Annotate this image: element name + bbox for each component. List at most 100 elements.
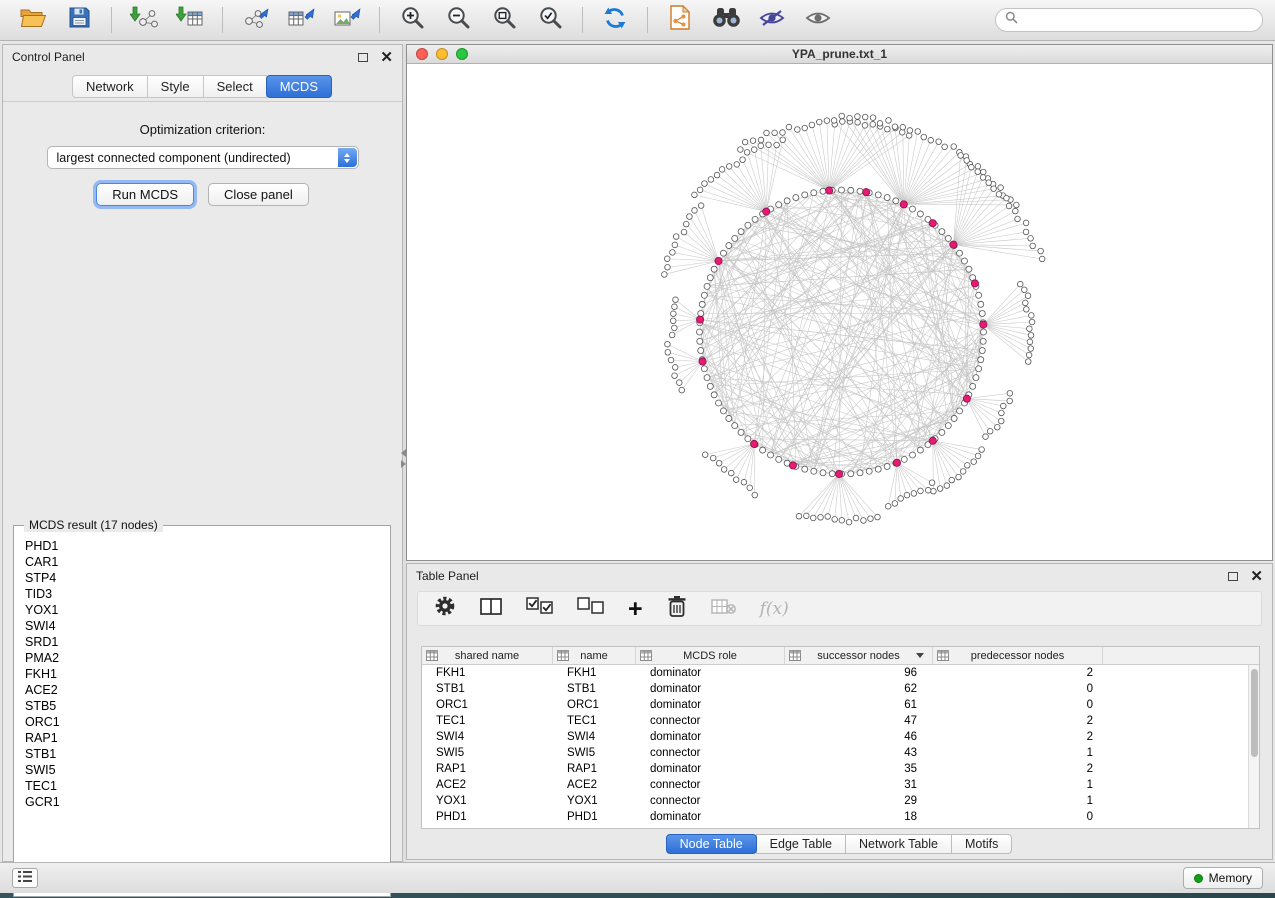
mcds-result-item[interactable]: TEC1 bbox=[16, 778, 388, 794]
mcds-result-item[interactable]: SRD1 bbox=[16, 634, 388, 650]
float-panel-icon[interactable] bbox=[1228, 572, 1238, 581]
table-row[interactable]: ACE2 ACE2 connector 31 1 bbox=[422, 777, 1248, 793]
sort-caret-icon[interactable] bbox=[916, 653, 924, 658]
dropdown-stepper-icon bbox=[338, 148, 357, 167]
status-menu-button[interactable] bbox=[12, 868, 38, 888]
mcds-result-item[interactable]: STB1 bbox=[16, 746, 388, 762]
table-settings-button[interactable] bbox=[434, 595, 456, 623]
show-selection-button[interactable] bbox=[797, 3, 839, 37]
column-header-name[interactable]: name bbox=[553, 647, 636, 664]
memory-button[interactable]: Memory bbox=[1183, 867, 1263, 889]
mcds-result-item[interactable]: STP4 bbox=[16, 570, 388, 586]
function-builder-button[interactable]: f(x) bbox=[760, 595, 789, 623]
table-scrollbar[interactable] bbox=[1248, 665, 1259, 828]
trash-icon bbox=[667, 595, 687, 623]
search-input[interactable] bbox=[1023, 13, 1253, 27]
close-panel-icon[interactable]: ✕ bbox=[1250, 569, 1263, 584]
application-window: Control Panel ✕ Network Style Select MCD… bbox=[0, 0, 1275, 893]
mcds-result-item[interactable]: TID3 bbox=[16, 586, 388, 602]
tab-network[interactable]: Network bbox=[72, 75, 148, 98]
table-row[interactable]: PHD1 PHD1 dominator 18 0 bbox=[422, 809, 1248, 825]
node-table-header: shared name name MCDS role successor nod… bbox=[422, 647, 1259, 665]
zoom-out-button[interactable] bbox=[437, 3, 479, 37]
close-panel-button[interactable]: Close panel bbox=[208, 183, 309, 206]
table-row[interactable]: RAP1 RAP1 dominator 35 2 bbox=[422, 761, 1248, 777]
table-row[interactable]: SWI4 SWI4 dominator 46 2 bbox=[422, 729, 1248, 745]
close-panel-icon[interactable]: ✕ bbox=[380, 50, 393, 65]
tab-node-table[interactable]: Node Table bbox=[666, 834, 757, 854]
run-mcds-button[interactable]: Run MCDS bbox=[96, 183, 194, 206]
zoom-fit-button[interactable] bbox=[483, 3, 525, 37]
tab-style[interactable]: Style bbox=[147, 75, 204, 98]
tab-network-table[interactable]: Network Table bbox=[845, 834, 952, 854]
close-traffic-light-icon[interactable] bbox=[416, 48, 428, 60]
mcds-result-item[interactable]: STB5 bbox=[16, 698, 388, 714]
table-row[interactable]: ORC1 ORC1 dominator 61 0 bbox=[422, 697, 1248, 713]
export-table-button[interactable] bbox=[280, 3, 322, 37]
table-row[interactable]: TEC1 TEC1 connector 47 2 bbox=[422, 713, 1248, 729]
criterion-dropdown[interactable]: largest connected component (undirected) bbox=[47, 146, 359, 169]
zoom-selected-icon bbox=[538, 5, 563, 35]
float-panel-icon[interactable] bbox=[358, 53, 368, 62]
search-icon bbox=[1005, 11, 1018, 29]
mcds-result-item[interactable]: RAP1 bbox=[16, 730, 388, 746]
export-image-icon bbox=[333, 6, 361, 35]
zoom-in-button[interactable] bbox=[391, 3, 433, 37]
share-document-icon bbox=[669, 5, 691, 35]
binoculars-icon bbox=[711, 7, 742, 33]
share-document-button[interactable] bbox=[659, 3, 701, 37]
table-row[interactable]: STB1 STB1 dominator 62 0 bbox=[422, 681, 1248, 697]
delete-table-icon bbox=[711, 598, 736, 620]
column-grid-icon bbox=[426, 650, 438, 664]
tab-mcds[interactable]: MCDS bbox=[266, 75, 332, 98]
network-window-titlebar[interactable]: YPA_prune.txt_1 bbox=[407, 45, 1272, 64]
mcds-result-item[interactable]: ORC1 bbox=[16, 714, 388, 730]
search-box[interactable] bbox=[995, 8, 1263, 32]
tab-edge-table[interactable]: Edge Table bbox=[756, 834, 846, 854]
export-image-button[interactable] bbox=[326, 3, 368, 37]
column-header-predecessor-nodes[interactable]: predecessor nodes bbox=[933, 647, 1103, 664]
delete-column-button[interactable] bbox=[667, 595, 687, 623]
status-bar: Memory bbox=[0, 862, 1275, 893]
show-columns-button[interactable] bbox=[480, 595, 502, 623]
scrollbar-thumb[interactable] bbox=[1251, 669, 1258, 757]
mcds-result-item[interactable]: CAR1 bbox=[16, 554, 388, 570]
select-all-button[interactable] bbox=[526, 595, 553, 623]
deselect-all-button[interactable] bbox=[577, 595, 604, 623]
minimize-traffic-light-icon[interactable] bbox=[436, 48, 448, 60]
mcds-result-item[interactable]: SWI4 bbox=[16, 618, 388, 634]
mcds-result-item[interactable]: PHD1 bbox=[16, 538, 388, 554]
delete-table-button[interactable] bbox=[711, 595, 736, 623]
mcds-result-item[interactable]: SWI5 bbox=[16, 762, 388, 778]
table-row[interactable]: YOX1 YOX1 connector 29 1 bbox=[422, 793, 1248, 809]
column-header-mcds-role[interactable]: MCDS role bbox=[636, 647, 785, 664]
find-button[interactable] bbox=[705, 3, 747, 37]
mcds-result-item[interactable]: YOX1 bbox=[16, 602, 388, 618]
import-network-button[interactable] bbox=[123, 3, 165, 37]
mcds-result-list[interactable]: PHD1 CAR1 STP4 TID3 YOX1 SWI4 SRD1 PMA2 bbox=[16, 538, 388, 894]
save-session-button[interactable] bbox=[58, 3, 100, 37]
add-column-button[interactable]: + bbox=[628, 595, 643, 623]
node-table-body: FKH1 FKH1 dominator 96 2 STB1 STB1 domin… bbox=[422, 665, 1248, 828]
column-header-successor-nodes[interactable]: successor nodes bbox=[785, 647, 933, 664]
mcds-result-item[interactable]: ACE2 bbox=[16, 682, 388, 698]
open-file-button[interactable] bbox=[12, 3, 54, 37]
tab-select[interactable]: Select bbox=[203, 75, 267, 98]
table-row[interactable]: FKH1 FKH1 dominator 96 2 bbox=[422, 665, 1248, 681]
criterion-dropdown-value: largest connected component (undirected) bbox=[57, 151, 291, 165]
table-row[interactable]: SWI5 SWI5 connector 43 1 bbox=[422, 745, 1248, 761]
import-table-button[interactable] bbox=[169, 3, 211, 37]
mcds-button-row: Run MCDS Close panel bbox=[3, 183, 402, 206]
column-grid-icon bbox=[789, 650, 801, 664]
column-header-shared-name[interactable]: shared name bbox=[422, 647, 553, 664]
zoom-selected-button[interactable] bbox=[529, 3, 571, 37]
mcds-result-item[interactable]: PMA2 bbox=[16, 650, 388, 666]
refresh-button[interactable] bbox=[594, 3, 636, 37]
hide-selection-button[interactable] bbox=[751, 3, 793, 37]
network-canvas[interactable] bbox=[407, 65, 1272, 560]
mcds-result-item[interactable]: GCR1 bbox=[16, 794, 388, 810]
mcds-result-item[interactable]: FKH1 bbox=[16, 666, 388, 682]
zoom-traffic-light-icon[interactable] bbox=[456, 48, 468, 60]
export-network-button[interactable] bbox=[234, 3, 276, 37]
tab-motifs[interactable]: Motifs bbox=[951, 834, 1012, 854]
